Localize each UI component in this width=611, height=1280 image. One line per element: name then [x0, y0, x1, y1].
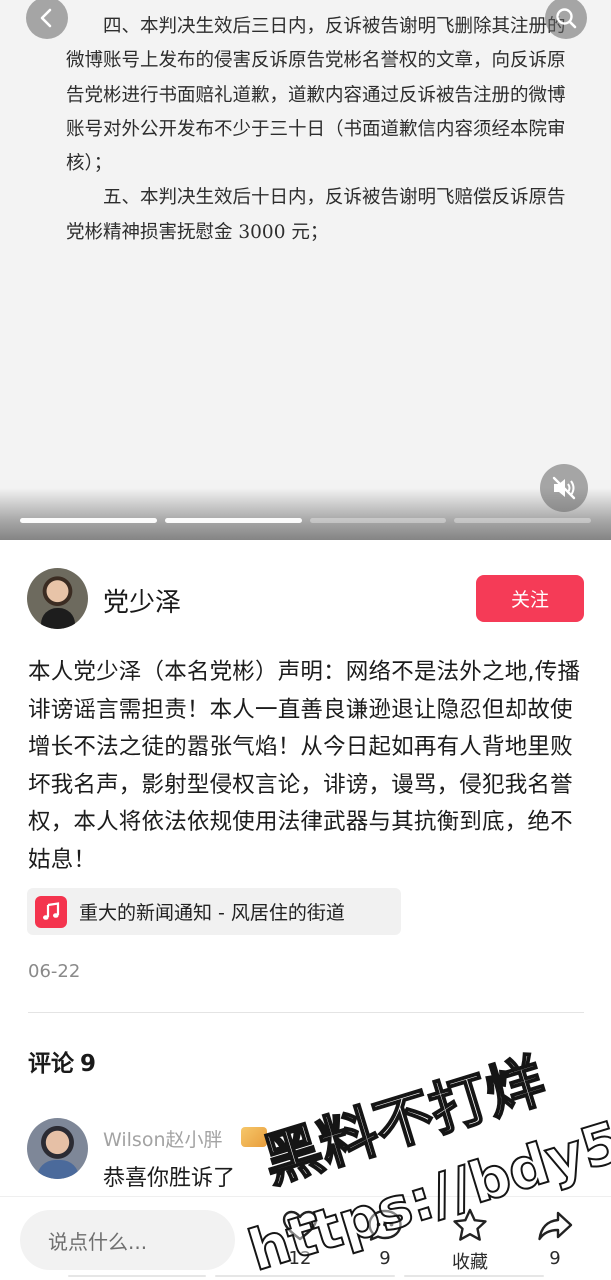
collect-label: 收藏: [452, 1252, 488, 1273]
comment-bubble-icon: [368, 1209, 402, 1241]
comments-label: 评论: [28, 1051, 74, 1077]
music-tag[interactable]: 重大的新闻通知 - 风居住的街道: [27, 888, 401, 935]
search-icon: [556, 8, 577, 29]
music-title: 重大的新闻通知 - 风居住的街道: [79, 902, 345, 924]
music-note-icon: [35, 895, 67, 928]
author-avatar[interactable]: [27, 568, 88, 629]
speaker-muted-icon: [552, 476, 576, 500]
follow-button[interactable]: 关注: [476, 575, 584, 622]
user-badge-icon: [241, 1127, 267, 1147]
comments-heading: 评论 9: [28, 1044, 96, 1078]
post-text: 本人党少泽（本名党彬）声明：网络不是法外之地,传播诽谤谣言需担责！本人一直善良谦…: [28, 659, 581, 873]
judgment-paragraph-5: 五、本判决生效后十日内，反诉被告谢明飞赔偿反诉原告党彬精神损害抚慰金 3000 …: [66, 187, 566, 243]
collect-button[interactable]: 收藏: [440, 1206, 500, 1274]
share-arrow-icon: [538, 1211, 573, 1241]
like-button[interactable]: 12: [270, 1206, 330, 1269]
commenter-avatar[interactable]: [27, 1118, 88, 1179]
like-count: 12: [288, 1248, 312, 1269]
home-indicator: [68, 1275, 544, 1277]
star-icon: [453, 1208, 487, 1241]
search-button[interactable]: [545, 0, 587, 39]
chevron-left-icon: [40, 8, 52, 28]
back-button[interactable]: [26, 0, 68, 39]
divider: [28, 1012, 584, 1013]
carousel-segment: [454, 518, 591, 523]
carousel-segment: [20, 518, 157, 523]
author-name[interactable]: 党少泽: [103, 582, 181, 619]
commenter-name[interactable]: Wilson赵小胖: [103, 1125, 223, 1152]
comment-text[interactable]: 恭喜你胜诉了: [103, 1160, 235, 1192]
post-date: 06-22: [28, 961, 81, 982]
comment-input[interactable]: 说点什么...: [20, 1210, 235, 1270]
comment-button[interactable]: 9: [355, 1206, 415, 1269]
image-bottom-shade: [0, 488, 611, 540]
carousel-segment: [164, 518, 302, 523]
watermark-line-1: 黑料不打烊: [255, 1046, 552, 1196]
judgment-text: 四、本判决生效后三日内，反诉被告谢明飞删除其注册的微博账号上发布的侵害反诉原告党…: [66, 10, 576, 250]
comments-count: 9: [80, 1051, 97, 1077]
share-count: 9: [549, 1248, 561, 1269]
post-image[interactable]: 四、本判决生效后三日内，反诉被告谢明飞删除其注册的微博账号上发布的侵害反诉原告党…: [0, 0, 611, 540]
mute-button[interactable]: [540, 464, 588, 512]
judgment-paragraph-4: 四、本判决生效后三日内，反诉被告谢明飞删除其注册的微博账号上发布的侵害反诉原告党…: [66, 16, 566, 175]
comment-count: 9: [379, 1248, 391, 1269]
heart-icon: [282, 1210, 318, 1241]
share-button[interactable]: 9: [525, 1206, 585, 1269]
carousel-segment: [309, 518, 447, 523]
